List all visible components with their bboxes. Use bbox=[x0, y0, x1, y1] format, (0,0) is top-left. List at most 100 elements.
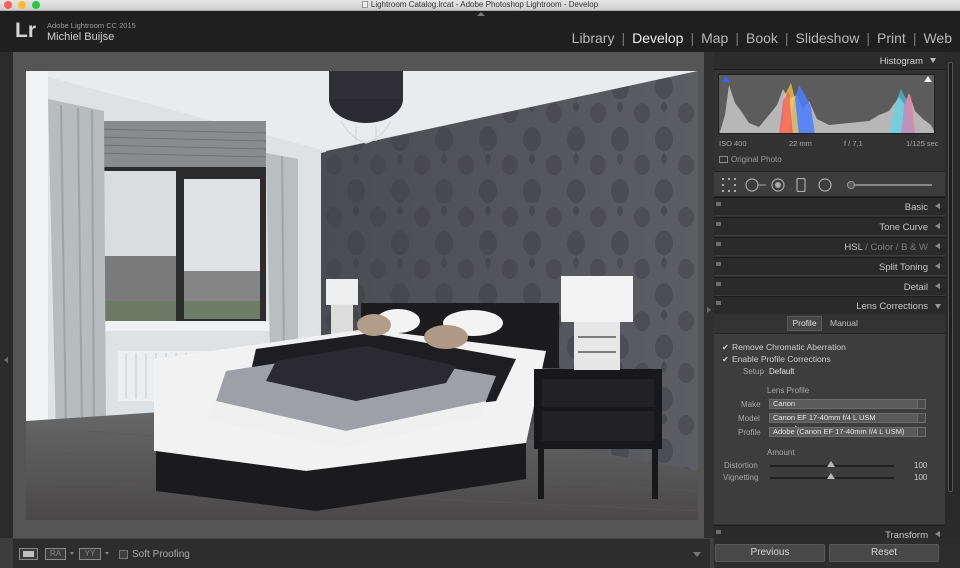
module-book[interactable]: Book bbox=[745, 30, 779, 46]
make-dropdown[interactable]: Canon bbox=[769, 399, 926, 409]
chevron-left-icon[interactable] bbox=[935, 263, 940, 269]
original-photo-icon[interactable] bbox=[719, 156, 728, 163]
module-print[interactable]: Print bbox=[876, 30, 907, 46]
tab-manual[interactable]: Manual bbox=[830, 318, 858, 328]
chevron-down-icon[interactable] bbox=[930, 58, 936, 63]
distortion-slider[interactable] bbox=[770, 461, 894, 467]
make-dropdown-arrows-icon[interactable] bbox=[917, 399, 926, 409]
chevron-left-icon[interactable] bbox=[935, 203, 940, 209]
brush-slider-knob[interactable] bbox=[847, 181, 855, 189]
histogram-graph[interactable] bbox=[718, 74, 935, 134]
vignetting-slider[interactable] bbox=[770, 473, 894, 479]
setup-label: Setup bbox=[743, 367, 764, 376]
amount-heading: Amount bbox=[767, 448, 795, 457]
panel-lens-corrections[interactable]: Lens Corrections bbox=[714, 296, 945, 315]
model-dropdown[interactable]: Canon EF 17-40mm f/4 L USM bbox=[769, 413, 926, 423]
panel-scrollbar[interactable] bbox=[945, 52, 960, 538]
vignetting-value[interactable]: 100 bbox=[914, 473, 927, 482]
histogram-header[interactable]: Histogram bbox=[714, 52, 945, 70]
remove-chromatic-aberration-label: Remove Chromatic Aberration bbox=[732, 342, 846, 352]
chevron-down-icon[interactable] bbox=[70, 552, 74, 555]
panel-toggle-icon[interactable] bbox=[716, 222, 721, 226]
lens-corrections-body: Profile Manual ✔ Remove Chromatic Aberrat… bbox=[714, 314, 945, 524]
highlight-clipping-icon[interactable] bbox=[924, 76, 932, 82]
panel-basic-label: Basic bbox=[904, 202, 928, 213]
remove-chromatic-aberration-checkbox[interactable]: ✔ Remove Chromatic Aberration bbox=[722, 342, 846, 352]
panel-detail-label: Detail bbox=[903, 282, 928, 293]
chevron-down-icon[interactable] bbox=[935, 304, 941, 309]
model-label: Model bbox=[738, 414, 760, 423]
lens-profile-heading: Lens Profile bbox=[767, 386, 810, 395]
app-version: Adobe Lightroom CC 2015 bbox=[47, 21, 136, 30]
radial-filter-icon[interactable] bbox=[818, 178, 832, 192]
panel-toggle-icon[interactable] bbox=[716, 242, 721, 246]
panel-detail[interactable]: Detail bbox=[714, 277, 945, 296]
module-develop[interactable]: Develop bbox=[631, 30, 684, 46]
expand-left-panel-icon[interactable] bbox=[4, 357, 8, 363]
hsl-tab[interactable]: HSL bbox=[844, 242, 862, 253]
lightroom-logo: Lr bbox=[15, 19, 36, 42]
chevron-left-icon[interactable] bbox=[935, 531, 940, 537]
brush-slider[interactable] bbox=[847, 181, 932, 189]
histogram-curve bbox=[719, 83, 934, 133]
setup-dropdown[interactable]: Default bbox=[769, 367, 794, 376]
module-separator: | bbox=[784, 30, 789, 46]
enable-profile-corrections-checkbox[interactable]: ✔ Enable Profile Corrections bbox=[722, 354, 831, 364]
previous-button[interactable]: Previous bbox=[715, 544, 825, 562]
bedroom-photo bbox=[26, 71, 698, 520]
chevron-left-icon[interactable] bbox=[935, 223, 940, 229]
module-separator: | bbox=[912, 30, 917, 46]
color-tab[interactable]: Color bbox=[870, 242, 893, 253]
module-map[interactable]: Map bbox=[700, 30, 729, 46]
tab-profile[interactable]: Profile bbox=[787, 316, 822, 331]
soft-proofing-label: Soft Proofing bbox=[132, 549, 190, 560]
panel-hsl-color-bw[interactable]: HSL / Color / B & W bbox=[714, 237, 945, 256]
graduated-filter-icon[interactable] bbox=[796, 178, 806, 192]
chevron-left-icon[interactable] bbox=[935, 283, 940, 289]
panel-toggle-icon[interactable] bbox=[716, 282, 721, 286]
collapse-top-panel-icon[interactable] bbox=[477, 12, 485, 16]
chevron-left-icon[interactable] bbox=[935, 243, 940, 249]
profile-dropdown-arrows-icon[interactable] bbox=[917, 427, 926, 437]
bw-tab[interactable]: B & W bbox=[901, 242, 928, 253]
panel-lens-corrections-label: Lens Corrections bbox=[856, 301, 928, 312]
toolbar-menu-icon[interactable] bbox=[693, 552, 701, 557]
panel-tone-curve[interactable]: Tone Curve bbox=[714, 217, 945, 236]
panel-toggle-icon[interactable] bbox=[716, 530, 721, 534]
before-after-swap-button[interactable]: YY bbox=[79, 548, 101, 560]
crop-tool-icon[interactable] bbox=[722, 178, 736, 192]
module-picker: Library | Develop | Map | Book | Slidesh… bbox=[571, 30, 953, 46]
before-after-lr-button[interactable]: RA bbox=[45, 548, 66, 560]
shadow-clipping-icon[interactable] bbox=[722, 76, 730, 82]
spot-removal-icon[interactable] bbox=[745, 178, 767, 192]
module-separator: | bbox=[866, 30, 871, 46]
chevron-down-icon[interactable] bbox=[105, 552, 109, 555]
distortion-value[interactable]: 100 bbox=[914, 461, 927, 470]
window-titlebar: Lightroom Catalog.lrcat - Adobe Photosho… bbox=[0, 0, 960, 11]
red-eye-icon[interactable] bbox=[771, 178, 785, 192]
soft-proofing-checkbox[interactable] bbox=[119, 550, 128, 559]
panel-toggle-icon[interactable] bbox=[716, 262, 721, 266]
panel-toggle-icon[interactable] bbox=[716, 301, 721, 305]
distortion-slider-knob[interactable] bbox=[827, 461, 835, 467]
photo-preview[interactable] bbox=[26, 71, 698, 520]
identity-plate-bar: Lr Adobe Lightroom CC 2015 Michiel Buijs… bbox=[0, 11, 960, 52]
module-library[interactable]: Library bbox=[571, 30, 616, 46]
collapse-right-panel-icon[interactable] bbox=[707, 307, 711, 313]
panel-split-toning[interactable]: Split Toning bbox=[714, 257, 945, 276]
module-web[interactable]: Web bbox=[922, 30, 953, 46]
module-slideshow[interactable]: Slideshow bbox=[795, 30, 861, 46]
panel-basic[interactable]: Basic bbox=[714, 197, 945, 216]
panel-toggle-icon[interactable] bbox=[716, 202, 721, 206]
loupe-view-button[interactable] bbox=[19, 548, 38, 560]
model-dropdown-arrows-icon[interactable] bbox=[917, 413, 926, 423]
exif-iso: ISO 400 bbox=[719, 139, 747, 148]
user-name: Michiel Buijse bbox=[47, 31, 115, 43]
exif-aperture: f / 7,1 bbox=[844, 139, 863, 148]
develop-bottom-buttons: Previous Reset bbox=[714, 538, 960, 568]
scrollbar-thumb[interactable] bbox=[948, 62, 953, 492]
vignetting-slider-knob[interactable] bbox=[827, 473, 835, 479]
left-panel-collapsed bbox=[0, 52, 13, 538]
reset-button[interactable]: Reset bbox=[829, 544, 939, 562]
profile-dropdown[interactable]: Adobe (Canon EF 17-40mm f/4 L USM) bbox=[769, 427, 926, 437]
